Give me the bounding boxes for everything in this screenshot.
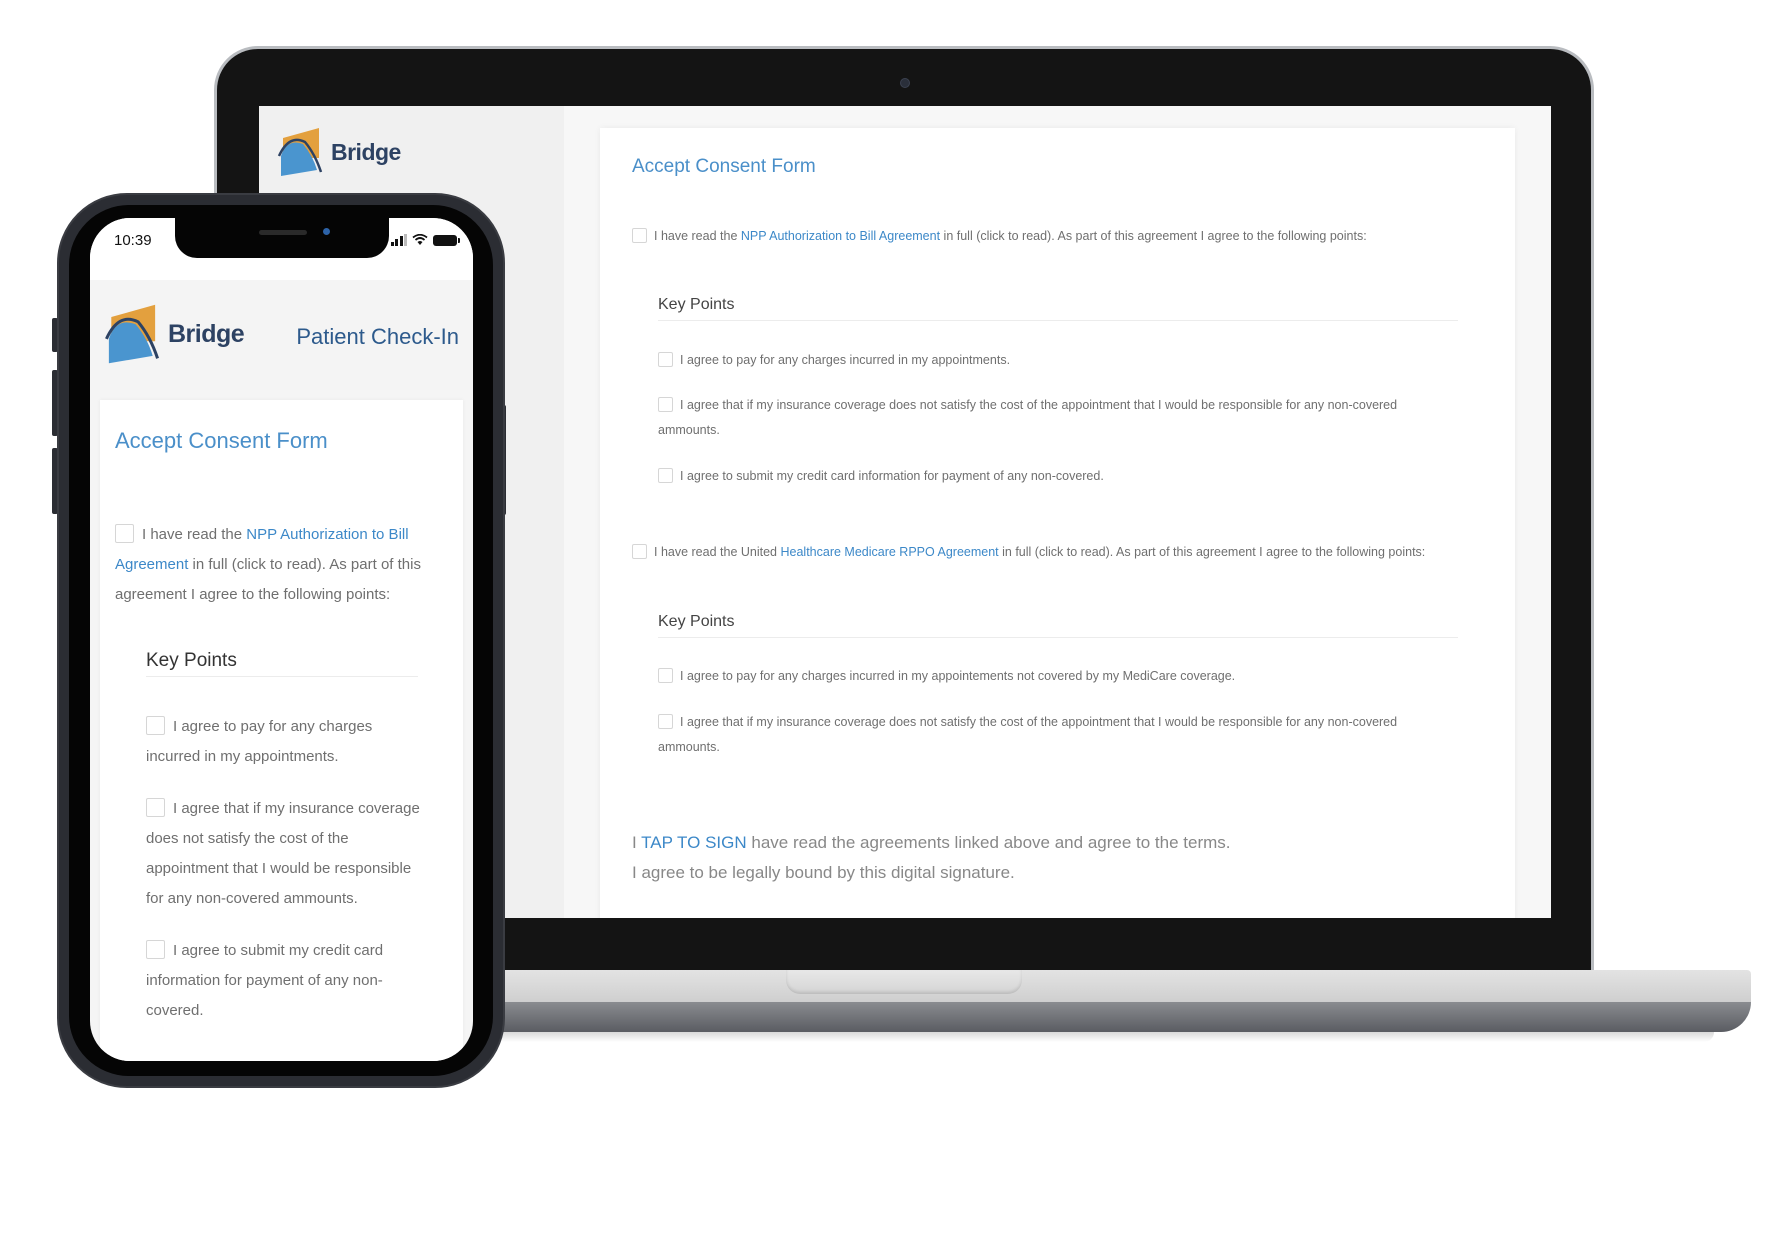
phone-screen: 10:39 Bridge Patient Check-In Accept Con… [90, 218, 473, 1061]
consent-form-card: Accept Consent Form I have read the NPP … [100, 400, 463, 1061]
battery-icon [433, 234, 460, 246]
key-point-checkbox[interactable] [658, 714, 673, 729]
agreement-link[interactable]: NPP Authorization to Bill [246, 526, 408, 543]
laptop-logo[interactable]: Bridge [277, 126, 401, 178]
laptop-camera [900, 78, 910, 88]
laptop-main: Accept Consent Form I have read the NPP … [564, 106, 1551, 918]
phone-notch [175, 218, 389, 258]
agreement-row: I have read the NPP Authorization to Bil… [115, 524, 421, 603]
signal-icon [390, 234, 407, 246]
key-points-heading: Key Points [658, 296, 1458, 321]
key-points-heading: Key Points [146, 650, 418, 677]
bridge-logo-icon [105, 304, 160, 364]
key-point-row: I agree that if my insurance coverage do… [146, 798, 420, 907]
key-point-checkbox[interactable] [146, 716, 165, 735]
wifi-icon [412, 234, 428, 245]
key-point-row: I agree to pay for any charges incurred … [658, 348, 1010, 373]
key-point-row: I agree to pay for any charges incurred … [146, 716, 373, 765]
key-point-row: I agree that if my insurance coverage do… [658, 714, 1398, 754]
key-point-row: I agree to pay for any charges incurred … [658, 664, 1235, 689]
form-title: Accept Consent Form [632, 156, 816, 177]
key-point-checkbox[interactable] [658, 468, 673, 483]
key-point-checkbox[interactable] [146, 940, 165, 959]
agreement-checkbox[interactable] [632, 228, 647, 243]
laptop-lid-notch [786, 970, 1022, 994]
agreement-row: I have read the NPP Authorization to Bil… [632, 224, 1367, 249]
signature-block: I TAP TO SIGN have read the agreements l… [632, 833, 1231, 882]
tap-to-sign-link[interactable]: TAP TO SIGN [641, 833, 747, 852]
agreement-checkbox[interactable] [115, 524, 134, 543]
bridge-logo-icon [277, 128, 323, 176]
agreement-link-cont[interactable]: Agreement [115, 556, 188, 573]
key-point-row: I agree that if my insurance coverage do… [658, 397, 1398, 437]
agreement-link[interactable]: NPP Authorization to Bill Agreement [741, 229, 940, 243]
agreement-row: I have read the United Healthcare Medica… [632, 540, 1425, 565]
key-point-row: I agree to submit my credit card informa… [146, 940, 384, 1019]
key-point-row: I agree to submit my credit card informa… [658, 464, 1104, 489]
key-point-checkbox[interactable] [146, 798, 165, 817]
form-title: Accept Consent Form [115, 428, 328, 453]
agreement-link[interactable]: Healthcare Medicare RPPO Agreement [780, 545, 998, 559]
status-bar: 10:39 [90, 218, 473, 280]
status-time: 10:39 [114, 232, 152, 249]
key-point-checkbox[interactable] [658, 352, 673, 367]
app-header: Bridge Patient Check-In [90, 280, 473, 390]
speaker-icon [259, 230, 307, 235]
front-camera-icon [323, 228, 330, 235]
key-points-heading: Key Points [658, 613, 1458, 638]
key-point-checkbox[interactable] [658, 397, 673, 412]
phone-logo[interactable]: Bridge [104, 302, 245, 366]
laptop-logo-text: Bridge [331, 138, 401, 165]
header-title: Patient Check-In [296, 324, 459, 349]
consent-form-card: Accept Consent Form I have read the NPP … [600, 128, 1515, 918]
phone-logo-text: Bridge [168, 319, 245, 348]
key-point-checkbox[interactable] [658, 668, 673, 683]
agreement-checkbox[interactable] [632, 544, 647, 559]
